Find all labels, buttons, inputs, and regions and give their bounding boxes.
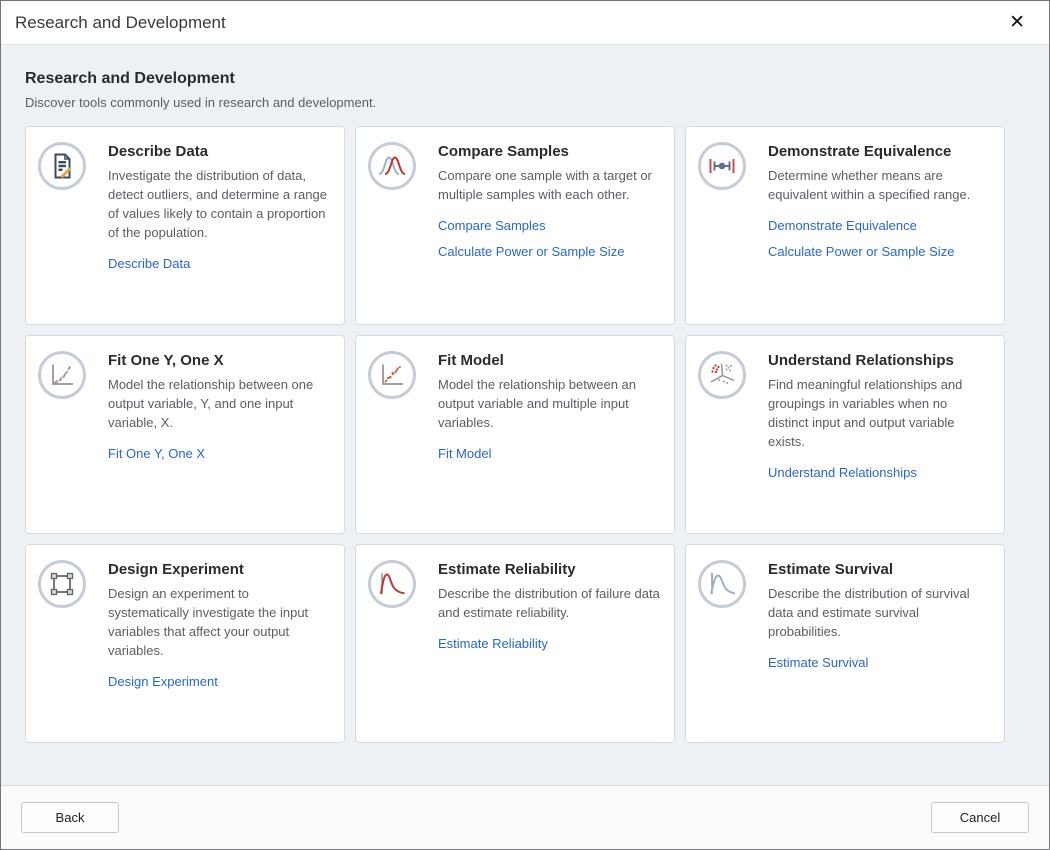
titlebar: Research and Development ✕: [1, 1, 1049, 45]
describe-data-icon: [38, 142, 86, 190]
card-understand-relationships: Understand Relationships Find meaningful …: [685, 335, 1005, 534]
back-button[interactable]: Back: [21, 802, 119, 833]
card-link-estimate-survival[interactable]: Estimate Survival: [768, 655, 868, 671]
window-title: Research and Development: [15, 13, 226, 33]
card-description: Model the relationship between one outpu…: [108, 375, 330, 432]
card-link-understand-relationships[interactable]: Understand Relationships: [768, 465, 917, 481]
card-fit-model: Fit Model Model the relationship between …: [355, 335, 675, 534]
card-description: Find meaningful relationships and groupi…: [768, 375, 990, 451]
cancel-button[interactable]: Cancel: [931, 802, 1029, 833]
card-title: Estimate Survival: [768, 560, 990, 579]
fit-model-icon: [368, 351, 416, 399]
card-content: Estimate Reliability Describe the distrib…: [438, 560, 662, 652]
card-title: Design Experiment: [108, 560, 330, 579]
dialog-window: Research and Development ✕ Research and …: [0, 0, 1050, 850]
card-compare-samples: Compare Samples Compare one sample with a…: [355, 126, 675, 325]
card-estimate-survival: Estimate Survival Describe the distributi…: [685, 544, 1005, 743]
card-description: Determine whether means are equivalent w…: [768, 166, 990, 204]
page-title: Research and Development: [25, 70, 1025, 88]
card-link-describe-data[interactable]: Describe Data: [108, 256, 190, 272]
card-description: Describe the distribution of survival da…: [768, 584, 990, 641]
card-link-fit-one-y-one-x[interactable]: Fit One Y, One X: [108, 446, 205, 462]
card-description: Describe the distribution of failure dat…: [438, 584, 660, 622]
card-link-fit-model[interactable]: Fit Model: [438, 446, 491, 462]
card-link-calculate-power-or-sample-size[interactable]: Calculate Power or Sample Size: [768, 244, 954, 260]
demonstrate-equivalence-icon: [698, 142, 746, 190]
card-title: Fit Model: [438, 351, 660, 370]
card-content: Fit Model Model the relationship between …: [438, 351, 662, 462]
compare-samples-icon: [368, 142, 416, 190]
card-description: Investigate the distribution of data, de…: [108, 166, 330, 242]
card-title: Understand Relationships: [768, 351, 990, 370]
card-content: Describe Data Investigate the distributio…: [108, 142, 332, 272]
card-demonstrate-equivalence: Demonstrate Equivalence Determine whether…: [685, 126, 1005, 325]
card-title: Describe Data: [108, 142, 330, 161]
card-title: Estimate Reliability: [438, 560, 660, 579]
card-content: Understand Relationships Find meaningful …: [768, 351, 992, 481]
card-estimate-reliability: Estimate Reliability Describe the distrib…: [355, 544, 675, 743]
card-describe-data: Describe Data Investigate the distributio…: [25, 126, 345, 325]
cards-grid: Describe Data Investigate the distributio…: [25, 126, 1025, 743]
design-experiment-icon: [38, 560, 86, 608]
close-icon[interactable]: ✕: [1005, 11, 1029, 34]
card-description: Design an experiment to systematically i…: [108, 584, 330, 660]
page-subtitle: Discover tools commonly used in research…: [25, 95, 1025, 110]
card-content: Demonstrate Equivalence Determine whether…: [768, 142, 992, 260]
card-link-estimate-reliability[interactable]: Estimate Reliability: [438, 636, 548, 652]
footer-bar: Back Cancel: [1, 785, 1049, 849]
understand-relationships-icon: [698, 351, 746, 399]
card-title: Compare Samples: [438, 142, 660, 161]
dialog-body: Research and Development Discover tools …: [1, 45, 1049, 785]
card-title: Demonstrate Equivalence: [768, 142, 990, 161]
fit-one-y-one-x-icon: [38, 351, 86, 399]
card-content: Fit One Y, One X Model the relationship b…: [108, 351, 332, 462]
card-link-compare-samples[interactable]: Compare Samples: [438, 218, 546, 234]
card-content: Compare Samples Compare one sample with a…: [438, 142, 662, 260]
card-content: Estimate Survival Describe the distributi…: [768, 560, 992, 671]
card-link-calculate-power-or-sample-size[interactable]: Calculate Power or Sample Size: [438, 244, 624, 260]
card-link-demonstrate-equivalence[interactable]: Demonstrate Equivalence: [768, 218, 917, 234]
estimate-survival-icon: [698, 560, 746, 608]
card-fit-one-y-one-x: Fit One Y, One X Model the relationship b…: [25, 335, 345, 534]
card-link-design-experiment[interactable]: Design Experiment: [108, 674, 218, 690]
card-content: Design Experiment Design an experiment to…: [108, 560, 332, 690]
card-description: Model the relationship between an output…: [438, 375, 660, 432]
card-title: Fit One Y, One X: [108, 351, 330, 370]
card-design-experiment: Design Experiment Design an experiment to…: [25, 544, 345, 743]
estimate-reliability-icon: [368, 560, 416, 608]
card-description: Compare one sample with a target or mult…: [438, 166, 660, 204]
